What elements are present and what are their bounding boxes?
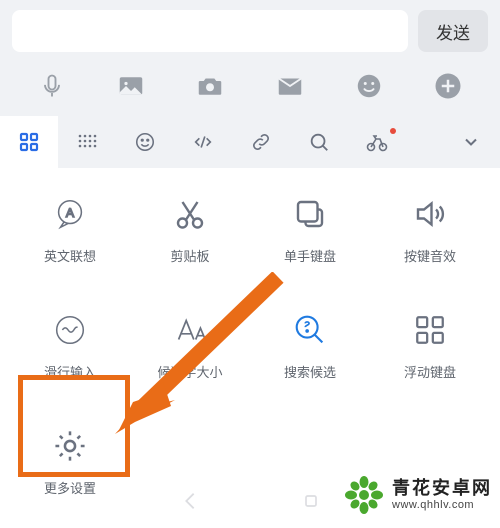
- magnify-q-icon: [288, 308, 332, 352]
- cell-label: 剪贴板: [170, 246, 209, 265]
- voice-icon[interactable]: [36, 70, 68, 102]
- cell-english-suggest[interactable]: A 英文联想: [10, 186, 130, 276]
- logo-icon: [344, 475, 384, 515]
- cell-label: 候选字大小: [157, 362, 222, 381]
- cell-clipboard[interactable]: 剪贴板: [130, 186, 250, 276]
- notification-dot: [390, 128, 396, 134]
- overlap-square-icon: [288, 192, 332, 236]
- cell-search-candidate[interactable]: 搜索候选: [250, 302, 370, 392]
- cell-glide-input[interactable]: 滑行输入: [10, 302, 130, 392]
- scissors-icon: [168, 192, 212, 236]
- cell-label: 单手键盘: [284, 246, 336, 265]
- camera-icon[interactable]: [194, 70, 226, 102]
- chevron-down-icon[interactable]: [450, 116, 492, 168]
- cell-key-sound[interactable]: 按键音效: [370, 186, 490, 276]
- cell-float-keyboard[interactable]: 浮动键盘: [370, 302, 490, 392]
- plus-icon[interactable]: [432, 70, 464, 102]
- tab-bike[interactable]: [348, 116, 406, 168]
- cell-label: 英文联想: [44, 246, 96, 265]
- envelope-icon[interactable]: [274, 70, 306, 102]
- tab-emoji[interactable]: [116, 116, 174, 168]
- speaker-icon: [408, 192, 452, 236]
- cell-label: 搜索候选: [284, 362, 336, 381]
- cell-label: 按键音效: [404, 246, 456, 265]
- image-icon[interactable]: [115, 70, 147, 102]
- svg-text:A: A: [66, 206, 75, 220]
- cell-label: 滑行输入: [44, 362, 96, 381]
- tab-keypad[interactable]: [58, 116, 116, 168]
- wave-circle-icon: [48, 308, 92, 352]
- four-squares-icon: [408, 308, 452, 352]
- tab-search[interactable]: [290, 116, 348, 168]
- cell-more-settings[interactable]: 更多设置: [10, 418, 130, 508]
- cell-candidate-size[interactable]: 候选字大小: [130, 302, 250, 392]
- brand-domain: www.qhhlv.com: [392, 499, 492, 511]
- tab-code[interactable]: [174, 116, 232, 168]
- a-bubble-icon: A: [48, 192, 92, 236]
- message-input[interactable]: [12, 10, 408, 52]
- tab-link[interactable]: [232, 116, 290, 168]
- tab-apps[interactable]: [0, 116, 58, 168]
- cell-onehand-keyboard[interactable]: 单手键盘: [250, 186, 370, 276]
- smiley-icon[interactable]: [353, 70, 385, 102]
- watermark: 青花安卓网 www.qhhlv.com: [344, 475, 492, 515]
- gear-icon: [48, 424, 92, 468]
- cell-label: 浮动键盘: [404, 362, 456, 381]
- cell-label: 更多设置: [44, 478, 96, 497]
- brand-name: 青花安卓网: [392, 479, 492, 499]
- send-button[interactable]: 发送: [418, 10, 488, 52]
- font-size-icon: [168, 308, 212, 352]
